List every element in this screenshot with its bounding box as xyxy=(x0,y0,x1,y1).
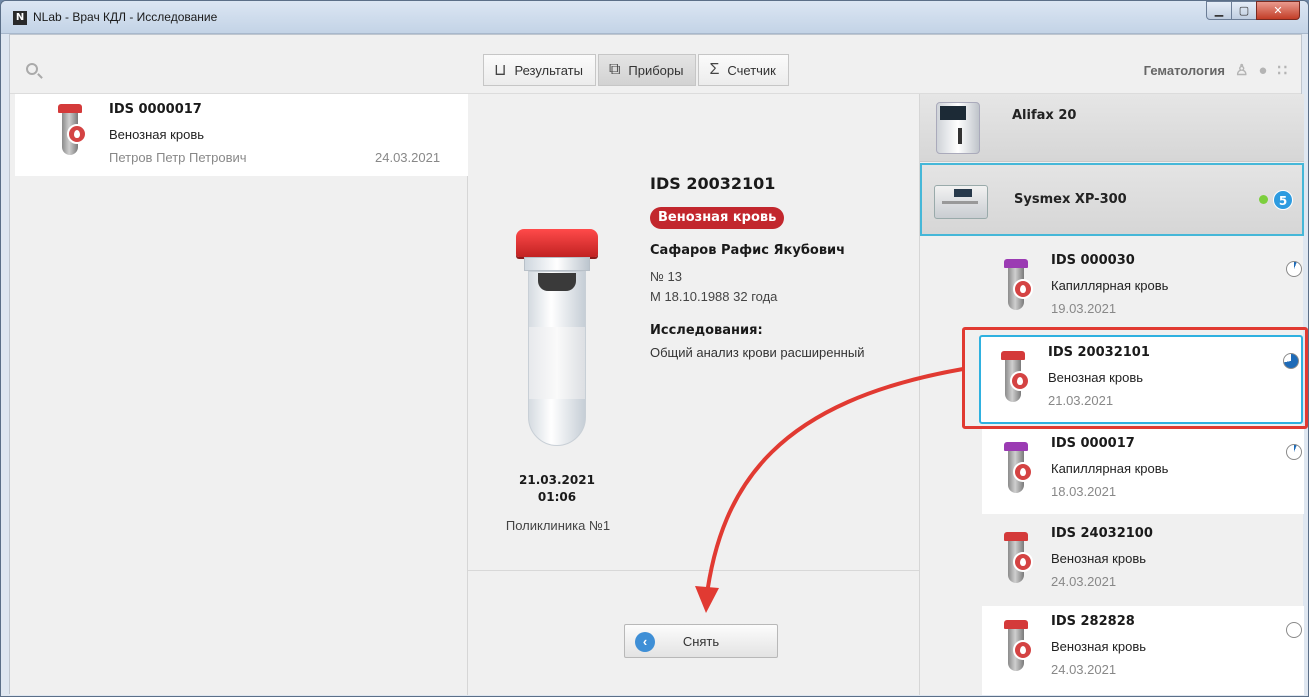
sample-date: 24.03.2021 xyxy=(1051,662,1117,677)
test-tube-icon xyxy=(1001,351,1030,407)
sample-type: Венозная кровь xyxy=(1051,551,1147,566)
tab-counter-label: Счетчик xyxy=(727,62,776,78)
department-label[interactable]: Гематология xyxy=(1144,63,1225,78)
sample-id: IDS 282828 xyxy=(1051,614,1135,629)
test-tube-icon xyxy=(1004,259,1033,315)
sample-date: 21.03.2021 xyxy=(1048,393,1114,408)
sample-id: IDS 20032101 xyxy=(1048,345,1150,360)
grid-menu-icon[interactable]: ∷ xyxy=(1277,61,1287,79)
main-content: ⊔ Результаты ⧉ Приборы Σ Счетчик Гематол… xyxy=(9,34,1304,695)
clinic-name: Поликлиника №1 xyxy=(505,518,611,533)
view-tabs: ⊔ Результаты ⧉ Приборы Σ Счетчик xyxy=(483,54,791,86)
analyzer-icon xyxy=(932,100,988,156)
tab-devices[interactable]: ⧉ Приборы xyxy=(597,54,697,86)
sample-id: IDS 000017 xyxy=(1051,436,1135,451)
sample-count-badge: 5 xyxy=(1273,190,1293,210)
progress-status-icon xyxy=(1286,261,1302,277)
user-icon[interactable]: ● xyxy=(1258,62,1267,79)
devices-pane: Alifax 20 Sysmex XP-300 5 IDS 000030 Кап… xyxy=(919,94,1304,695)
flask-icon[interactable]: ♙ xyxy=(1235,61,1248,79)
list-item[interactable]: IDS 282828 Венозная кровь 24.03.2021 xyxy=(982,606,1304,695)
device-name: Alifax 20 xyxy=(1012,108,1077,123)
patient-name: Петров Петр Петрович xyxy=(109,150,247,165)
detail-sample-id: IDS 20032101 xyxy=(650,174,776,193)
test-tube-icon xyxy=(1004,532,1033,588)
studies-label: Исследования: xyxy=(650,323,763,338)
list-item[interactable]: IDS 000017 Капиллярная кровь 18.03.2021 xyxy=(982,428,1304,514)
remove-button[interactable]: ‹ Снять xyxy=(624,624,778,658)
test-tube-icon xyxy=(1004,620,1033,676)
sample-type: Венозная кровь xyxy=(1051,639,1147,654)
progress-status-icon xyxy=(1286,444,1302,460)
sample-id: IDS 000030 xyxy=(1051,253,1135,268)
device-name: Sysmex XP-300 xyxy=(1014,192,1127,207)
sample-date: 18.03.2021 xyxy=(1051,484,1117,499)
patient-number: № 13 xyxy=(650,269,683,284)
studies-value: Общий анализ крови расширенный xyxy=(650,345,865,360)
tab-counter[interactable]: Σ Счетчик xyxy=(698,54,789,86)
sigma-icon: Σ xyxy=(709,61,720,78)
sample-date: 19.03.2021 xyxy=(1051,301,1117,316)
list-item[interactable]: IDS 000030 Капиллярная кровь 19.03.2021 xyxy=(982,245,1304,331)
empty-status-icon xyxy=(1286,622,1302,638)
left-pane: IDS 0000017 Венозная кровь Петров Петр П… xyxy=(10,94,468,695)
patient-birth: М 18.10.1988 32 года xyxy=(650,289,778,304)
sample-type: Венозная кровь xyxy=(1048,370,1144,385)
sample-type-badge: Венозная кровь xyxy=(650,207,785,229)
list-item[interactable]: IDS 24032100 Венозная кровь 24.03.2021 xyxy=(982,518,1304,604)
tab-results-label: Результаты xyxy=(514,62,583,78)
device-alifax[interactable]: Alifax 20 xyxy=(920,94,1304,162)
patient-name: Сафаров Рафис Якубович xyxy=(650,243,846,258)
sample-date: 24.03.2021 xyxy=(1051,574,1117,589)
sample-type: Капиллярная кровь xyxy=(1051,461,1169,476)
window-title: NLab - Врач КДЛ - Исследование xyxy=(33,10,218,24)
collection-date: 21.03.2021 xyxy=(519,473,595,487)
app-window: N NLab - Врач КДЛ - Исследование ▁ ▢ ✕ ⊔… xyxy=(0,0,1309,697)
tab-devices-label: Приборы xyxy=(628,62,684,78)
tab-results[interactable]: ⊔ Результаты xyxy=(483,54,596,86)
online-status-icon xyxy=(1259,195,1268,204)
sample-id: IDS 0000017 xyxy=(109,102,202,117)
window-controls: ▁ ▢ ✕ xyxy=(1206,1,1300,21)
sample-date: 24.03.2021 xyxy=(375,150,441,165)
collection-time: 01:06 xyxy=(537,490,577,504)
remove-button-label: Снять xyxy=(682,634,720,649)
list-item[interactable]: IDS 0000017 Венозная кровь Петров Петр П… xyxy=(15,94,468,176)
test-tube-icon: ⊔ xyxy=(494,62,507,79)
app-logo-icon: N xyxy=(13,11,27,25)
analyzer-icon xyxy=(934,171,990,227)
header-right: Гематология ♙ ● ∷ xyxy=(1144,61,1287,80)
title-bar: N NLab - Врач КДЛ - Исследование ▁ ▢ ✕ xyxy=(1,1,1308,34)
sample-type: Венозная кровь xyxy=(109,127,205,142)
toolbar: ⊔ Результаты ⧉ Приборы Σ Счетчик Гематол… xyxy=(10,35,1301,94)
minimize-button[interactable]: ▁ xyxy=(1206,1,1232,20)
list-item[interactable]: IDS 20032101 Венозная кровь 21.03.2021 xyxy=(979,335,1303,424)
search-icon[interactable] xyxy=(26,63,38,75)
devices-icon: ⧉ xyxy=(608,61,621,78)
close-button[interactable]: ✕ xyxy=(1256,1,1300,20)
detail-pane: IDS 20032101 Венозная кровь Сафаров Рафи… xyxy=(468,94,919,695)
device-sysmex[interactable]: Sysmex XP-300 5 xyxy=(920,163,1304,236)
sample-type: Капиллярная кровь xyxy=(1051,278,1169,293)
progress-status-icon xyxy=(1283,353,1299,369)
sample-id: IDS 24032100 xyxy=(1051,526,1153,541)
test-tube-icon xyxy=(58,104,87,160)
test-tube-icon xyxy=(1004,442,1033,498)
maximize-button[interactable]: ▢ xyxy=(1231,1,1257,20)
sample-tube-image xyxy=(516,229,598,451)
divider xyxy=(468,570,919,571)
